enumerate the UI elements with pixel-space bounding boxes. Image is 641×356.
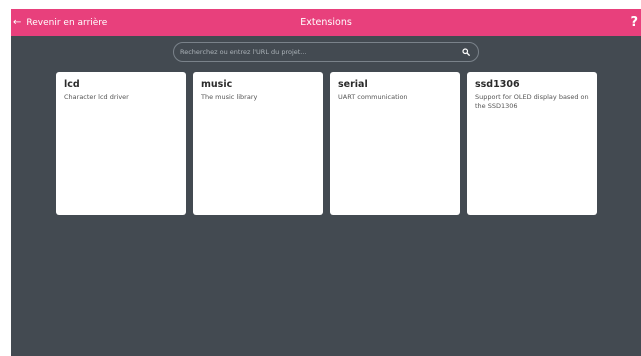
help-icon[interactable]: ? — [630, 9, 638, 36]
extension-name: lcd — [64, 79, 80, 90]
search-input[interactable] — [180, 43, 454, 61]
back-button[interactable]: ← Revenir en arrière — [13, 9, 107, 36]
extension-card-ssd1306[interactable]: ssd1306 Support for OLED display based o… — [467, 72, 597, 215]
extension-card-music[interactable]: music The music library — [193, 72, 323, 215]
extension-name: serial — [338, 79, 368, 90]
extension-card-lcd[interactable]: lcd Character lcd driver — [56, 72, 186, 215]
extension-description: Support for OLED display based on the SS… — [475, 93, 589, 110]
arrow-left-icon: ← — [13, 16, 22, 28]
extension-name: music — [201, 79, 233, 90]
extension-description: Character lcd driver — [64, 93, 129, 101]
extensions-dialog: ← Revenir en arrière Extensions ? lcd Ch… — [11, 9, 641, 356]
header-bar: ← Revenir en arrière Extensions ? — [11, 9, 641, 36]
extension-card-serial[interactable]: serial UART communication — [330, 72, 460, 215]
search-box — [173, 42, 479, 62]
extension-description: The music library — [201, 93, 258, 101]
extension-name: ssd1306 — [475, 79, 520, 90]
back-button-label: Revenir en arrière — [26, 17, 108, 28]
search-icon — [462, 48, 470, 56]
extension-description: UART communication — [338, 93, 408, 101]
search-button[interactable] — [458, 43, 474, 61]
extension-list: lcd Character lcd driver music The music… — [56, 72, 597, 215]
